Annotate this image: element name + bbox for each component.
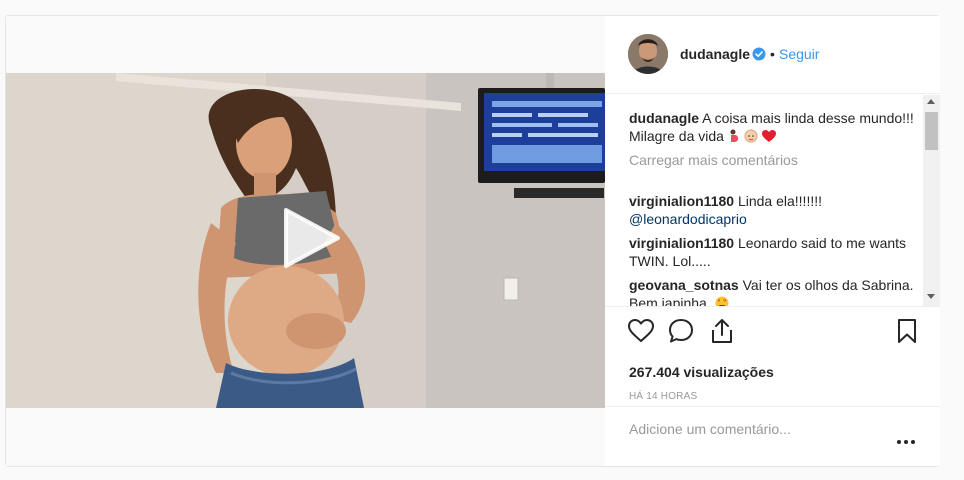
add-comment-section [605,406,940,466]
separator-dot: • [770,46,775,62]
comment-username[interactable]: virginialion1180 [629,235,734,251]
pregnant-woman-emoji-icon [728,129,740,147]
comment-text: Linda ela!!!!!!! [737,193,823,209]
scrollbar-thumb[interactable] [925,112,938,150]
comment-username[interactable]: virginialion1180 [629,193,734,209]
comment-item: geovana_sotnas Vai ter os olhos da Sabri… [629,276,919,306]
caption-username[interactable]: dudanagle [629,110,699,126]
post-timestamp[interactable]: HÁ 14 HORAS [629,391,697,402]
caption: dudanagle A coisa mais linda desse mundo… [629,109,919,147]
avatar-image [628,34,668,74]
post-header: dudanagle • Seguir [605,16,940,94]
post-sidebar: dudanagle • Seguir dudanagle A coisa mai… [605,16,940,466]
heart-eyes-emoji-icon [715,296,729,306]
post-media [6,16,605,466]
red-heart-emoji-icon [761,129,776,147]
bookmark-icon[interactable] [893,317,921,345]
views-count[interactable]: 267.404 visualizações [629,364,774,380]
comments-list[interactable]: dudanagle A coisa mais linda desse mundo… [605,95,940,306]
add-comment-input[interactable] [629,419,889,439]
speech-bubble-icon[interactable] [667,317,695,345]
baby-emoji-icon [744,129,758,147]
load-more-comments-button[interactable]: Carregar mais comentários [629,152,798,168]
ellipsis-icon[interactable] [895,437,917,447]
follow-button[interactable]: Seguir [779,46,819,62]
scroll-up-arrow-icon[interactable] [927,99,935,104]
post-actions: 267.404 visualizações HÁ 14 HORAS [605,306,940,402]
comment-username[interactable]: geovana_sotnas [629,277,739,293]
verified-badge-icon [752,47,766,61]
comment-mention-link[interactable]: @leonardodicaprio [629,211,747,227]
video-player[interactable] [6,73,605,408]
heart-outline-icon[interactable] [627,317,655,345]
comments-scrollbar[interactable] [923,95,940,306]
avatar[interactable] [628,34,668,74]
play-icon[interactable] [278,206,342,270]
post-author-username[interactable]: dudanagle [680,46,750,62]
scroll-down-arrow-icon[interactable] [927,294,935,299]
comment-item: virginialion1180 Linda ela!!!!!!! @leona… [629,192,919,228]
comment-item: virginialion1180 Leonardo said to me wan… [629,234,919,270]
share-icon[interactable] [708,317,736,345]
post-card: dudanagle • Seguir dudanagle A coisa mai… [5,15,940,467]
